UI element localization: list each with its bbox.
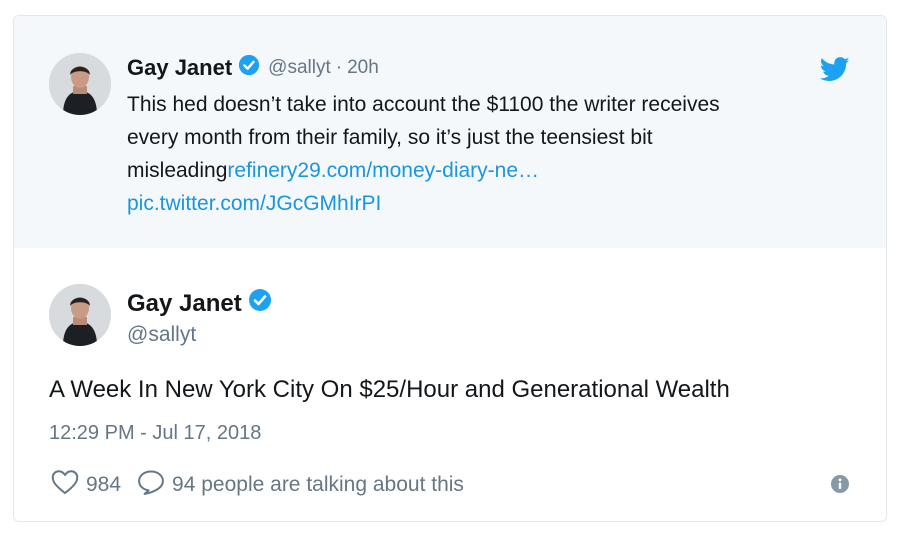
image-link[interactable]: pic.twitter.com/JGcGMhIrPI — [127, 192, 381, 215]
text-line: This hed doesn’t take into account the $… — [127, 93, 720, 116]
text-line: every month from their family, so it’s j… — [127, 126, 653, 149]
embedded-tweet-card: Gay Janet @sallyt · 20h This hed doesn’t… — [13, 15, 887, 522]
twitter-bird-icon[interactable] — [819, 57, 850, 87]
info-icon[interactable] — [830, 474, 850, 499]
like-count[interactable]: 984 — [86, 473, 121, 497]
verified-badge-icon — [238, 54, 260, 81]
avatar[interactable] — [49, 53, 111, 115]
author-name[interactable]: Gay Janet — [127, 290, 242, 318]
quoted-tweet-header: Gay Janet @sallyt · 20h — [127, 54, 379, 81]
article-link[interactable]: refinery29.com/money-diary-ne… — [227, 159, 539, 182]
conversation-link[interactable]: 94 people are talking about this — [172, 473, 464, 497]
tweet-actions: 984 94 people are talking about this — [51, 469, 464, 501]
avatar[interactable] — [49, 284, 111, 346]
quoted-tweet[interactable]: Gay Janet @sallyt · 20h This hed doesn’t… — [14, 16, 886, 248]
meta-separator: · — [335, 56, 343, 78]
tweet-text: A Week In New York City On $25/Hour and … — [49, 376, 730, 403]
heart-icon[interactable] — [51, 469, 79, 501]
author-handle[interactable]: @sallyt — [268, 57, 331, 79]
speech-bubble-icon[interactable] — [137, 469, 165, 501]
text-line: misleadingrefinery29.com/money-diary-ne… — [127, 154, 847, 187]
author-name[interactable]: Gay Janet — [127, 55, 232, 81]
author-name-row: Gay Janet — [127, 288, 272, 319]
tweet-timestamp[interactable]: 12:29 PM - Jul 17, 2018 — [49, 422, 261, 445]
quoted-tweet-text: This hed doesn’t take into account the $… — [127, 88, 847, 220]
text-line: misleading — [127, 159, 228, 182]
tweet-timestamp[interactable]: 20h — [347, 57, 379, 79]
author-handle[interactable]: @sallyt — [127, 323, 196, 347]
verified-badge-icon — [248, 288, 272, 319]
